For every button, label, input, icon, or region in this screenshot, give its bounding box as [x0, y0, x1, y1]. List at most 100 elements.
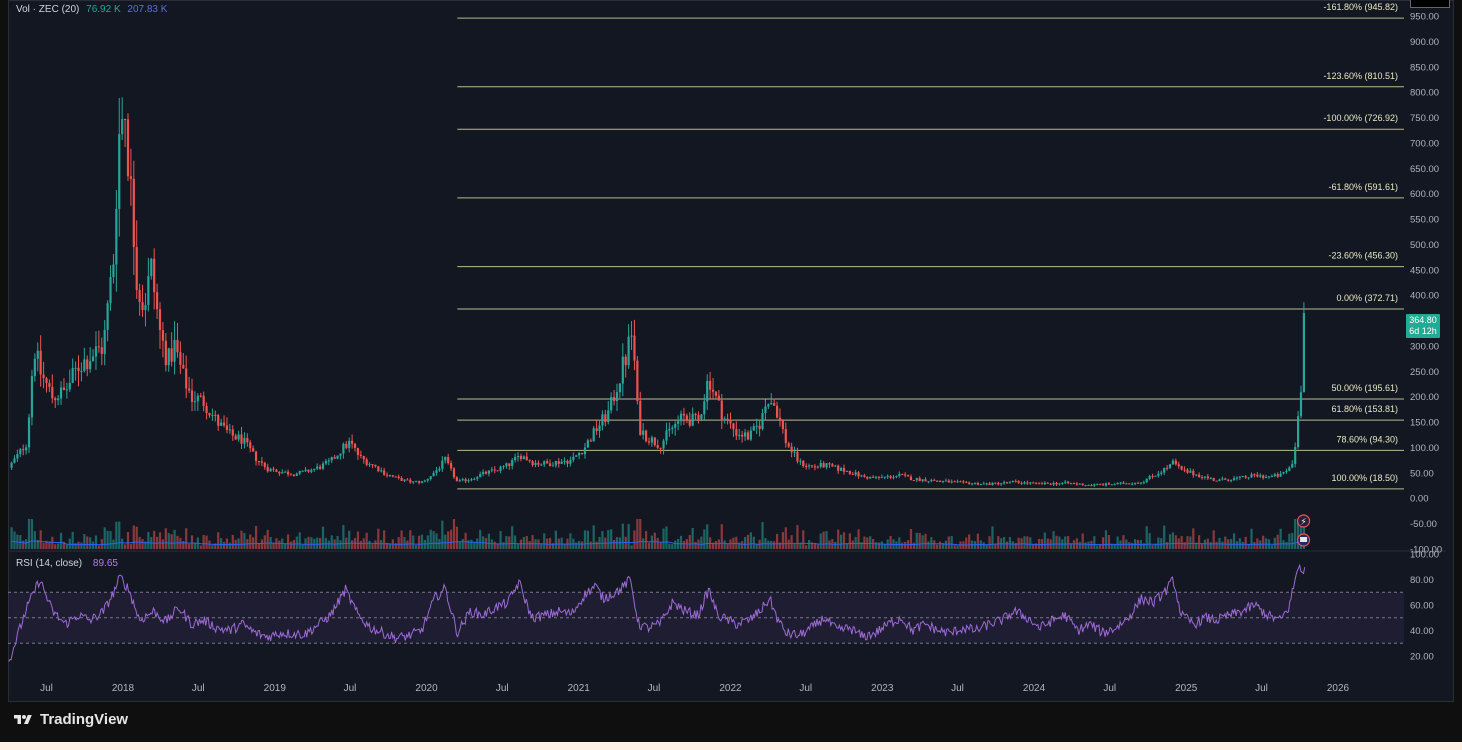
volume-bar [612, 539, 616, 549]
candle-body [240, 434, 243, 444]
volume-bar [653, 532, 656, 549]
candle-body [816, 466, 819, 468]
volume-bar [1238, 538, 1241, 549]
candle-body [578, 453, 581, 456]
volume-bar [447, 531, 450, 549]
candle-body [700, 414, 703, 420]
price-tick-label: 850.00 [1410, 62, 1439, 73]
candle-body [292, 474, 295, 476]
candle-body [1192, 470, 1195, 476]
candle-body [121, 119, 124, 135]
candle-body [487, 470, 491, 474]
candle-body [129, 176, 133, 179]
time-tick-label: Jul [496, 683, 509, 694]
rsi-band [8, 591, 1404, 644]
volume-bar [254, 526, 258, 549]
candle-body [685, 415, 688, 420]
candle-body [1049, 483, 1052, 485]
volume-bar [1128, 542, 1131, 549]
candle-body [10, 462, 13, 468]
volume-bar [1067, 536, 1070, 549]
fib-level-label: -161.80% (945.82) [1323, 2, 1398, 12]
volume-bar [671, 544, 674, 549]
candle-body [231, 429, 234, 436]
volume-bar [1043, 532, 1046, 549]
candle-body [188, 388, 191, 391]
volume-bar [167, 533, 170, 549]
volume-bar [298, 532, 301, 549]
candle-body [889, 476, 892, 478]
volume-bar [225, 538, 229, 549]
volume-bar [749, 532, 752, 549]
candle-body [467, 480, 470, 482]
candle-body [1136, 482, 1140, 484]
candle-body [691, 413, 694, 426]
volume-bar [548, 537, 552, 549]
candle-body [1090, 484, 1093, 486]
rsi-tick-label: 80.00 [1410, 575, 1434, 586]
candle-body [892, 477, 895, 479]
candle-body [42, 374, 45, 379]
volume-legend-value-1: 76.92 K [86, 4, 121, 15]
candle-body [758, 425, 761, 429]
volume-bar [840, 534, 843, 549]
candle-body [1256, 474, 1259, 477]
chart-canvas[interactable]: -161.80% (945.82) -123.60% (810.51) -100.0… [0, 0, 1462, 702]
volume-bar [222, 541, 226, 549]
candle-body [135, 247, 138, 290]
candle-body [1142, 482, 1145, 484]
time-tick-label: Jul [1255, 683, 1268, 694]
tradingview-logo[interactable]: TradingView [12, 711, 128, 728]
rsi-legend[interactable]: RSI (14, close) 89.65 [16, 558, 118, 569]
candle-body [155, 292, 159, 310]
volume-bar [97, 545, 100, 549]
volume-bar [947, 536, 950, 549]
candle-body [208, 413, 211, 416]
candle-body [493, 469, 496, 471]
candle-body [511, 460, 514, 466]
candle-body [80, 371, 83, 373]
candle-body [1148, 476, 1151, 479]
footer [0, 702, 1462, 742]
candle-body [793, 451, 796, 453]
volume-bar [444, 534, 447, 549]
candle-body [1125, 483, 1128, 485]
volume-bar [665, 526, 668, 549]
price-tick-label: 550.00 [1410, 215, 1439, 226]
time-tick-label: 2024 [1023, 683, 1046, 694]
candle-body [610, 397, 613, 411]
candle-body [182, 364, 185, 369]
last-price-badge: 364.80 6d 12h [1406, 314, 1440, 338]
volume-legend[interactable]: Vol · ZEC (20) 76.92 K 207.83 K [16, 4, 167, 15]
candle-body [1183, 469, 1186, 471]
candle-body [185, 368, 188, 389]
volume-bar [714, 541, 718, 549]
candle-body [388, 475, 392, 477]
candle-body [1067, 481, 1070, 484]
volume-bar [644, 531, 648, 549]
volume-bar [802, 530, 805, 549]
last-price-value: 364.80 [1409, 315, 1437, 325]
price-tick-label: 900.00 [1410, 37, 1439, 48]
candle-body [100, 347, 103, 354]
candle-body [761, 413, 764, 429]
candle-body [621, 356, 624, 384]
candle-body [618, 383, 621, 393]
candle-body [778, 417, 782, 420]
candle-body [77, 367, 80, 372]
candle-body [263, 462, 266, 467]
candle-body [627, 336, 630, 366]
volume-bar [825, 530, 828, 549]
volume-bar [633, 530, 636, 549]
fib-level-label: -123.60% (810.51) [1323, 71, 1398, 81]
candle-body [831, 464, 834, 467]
volume-bar [365, 532, 368, 549]
candle-body [624, 356, 627, 366]
volume-bar [688, 535, 691, 549]
candle-body [272, 468, 275, 470]
candle-body [1253, 474, 1256, 476]
candle-body [647, 441, 651, 443]
candle-body [307, 469, 310, 472]
candle-body [985, 483, 988, 485]
candle-body [16, 454, 19, 459]
